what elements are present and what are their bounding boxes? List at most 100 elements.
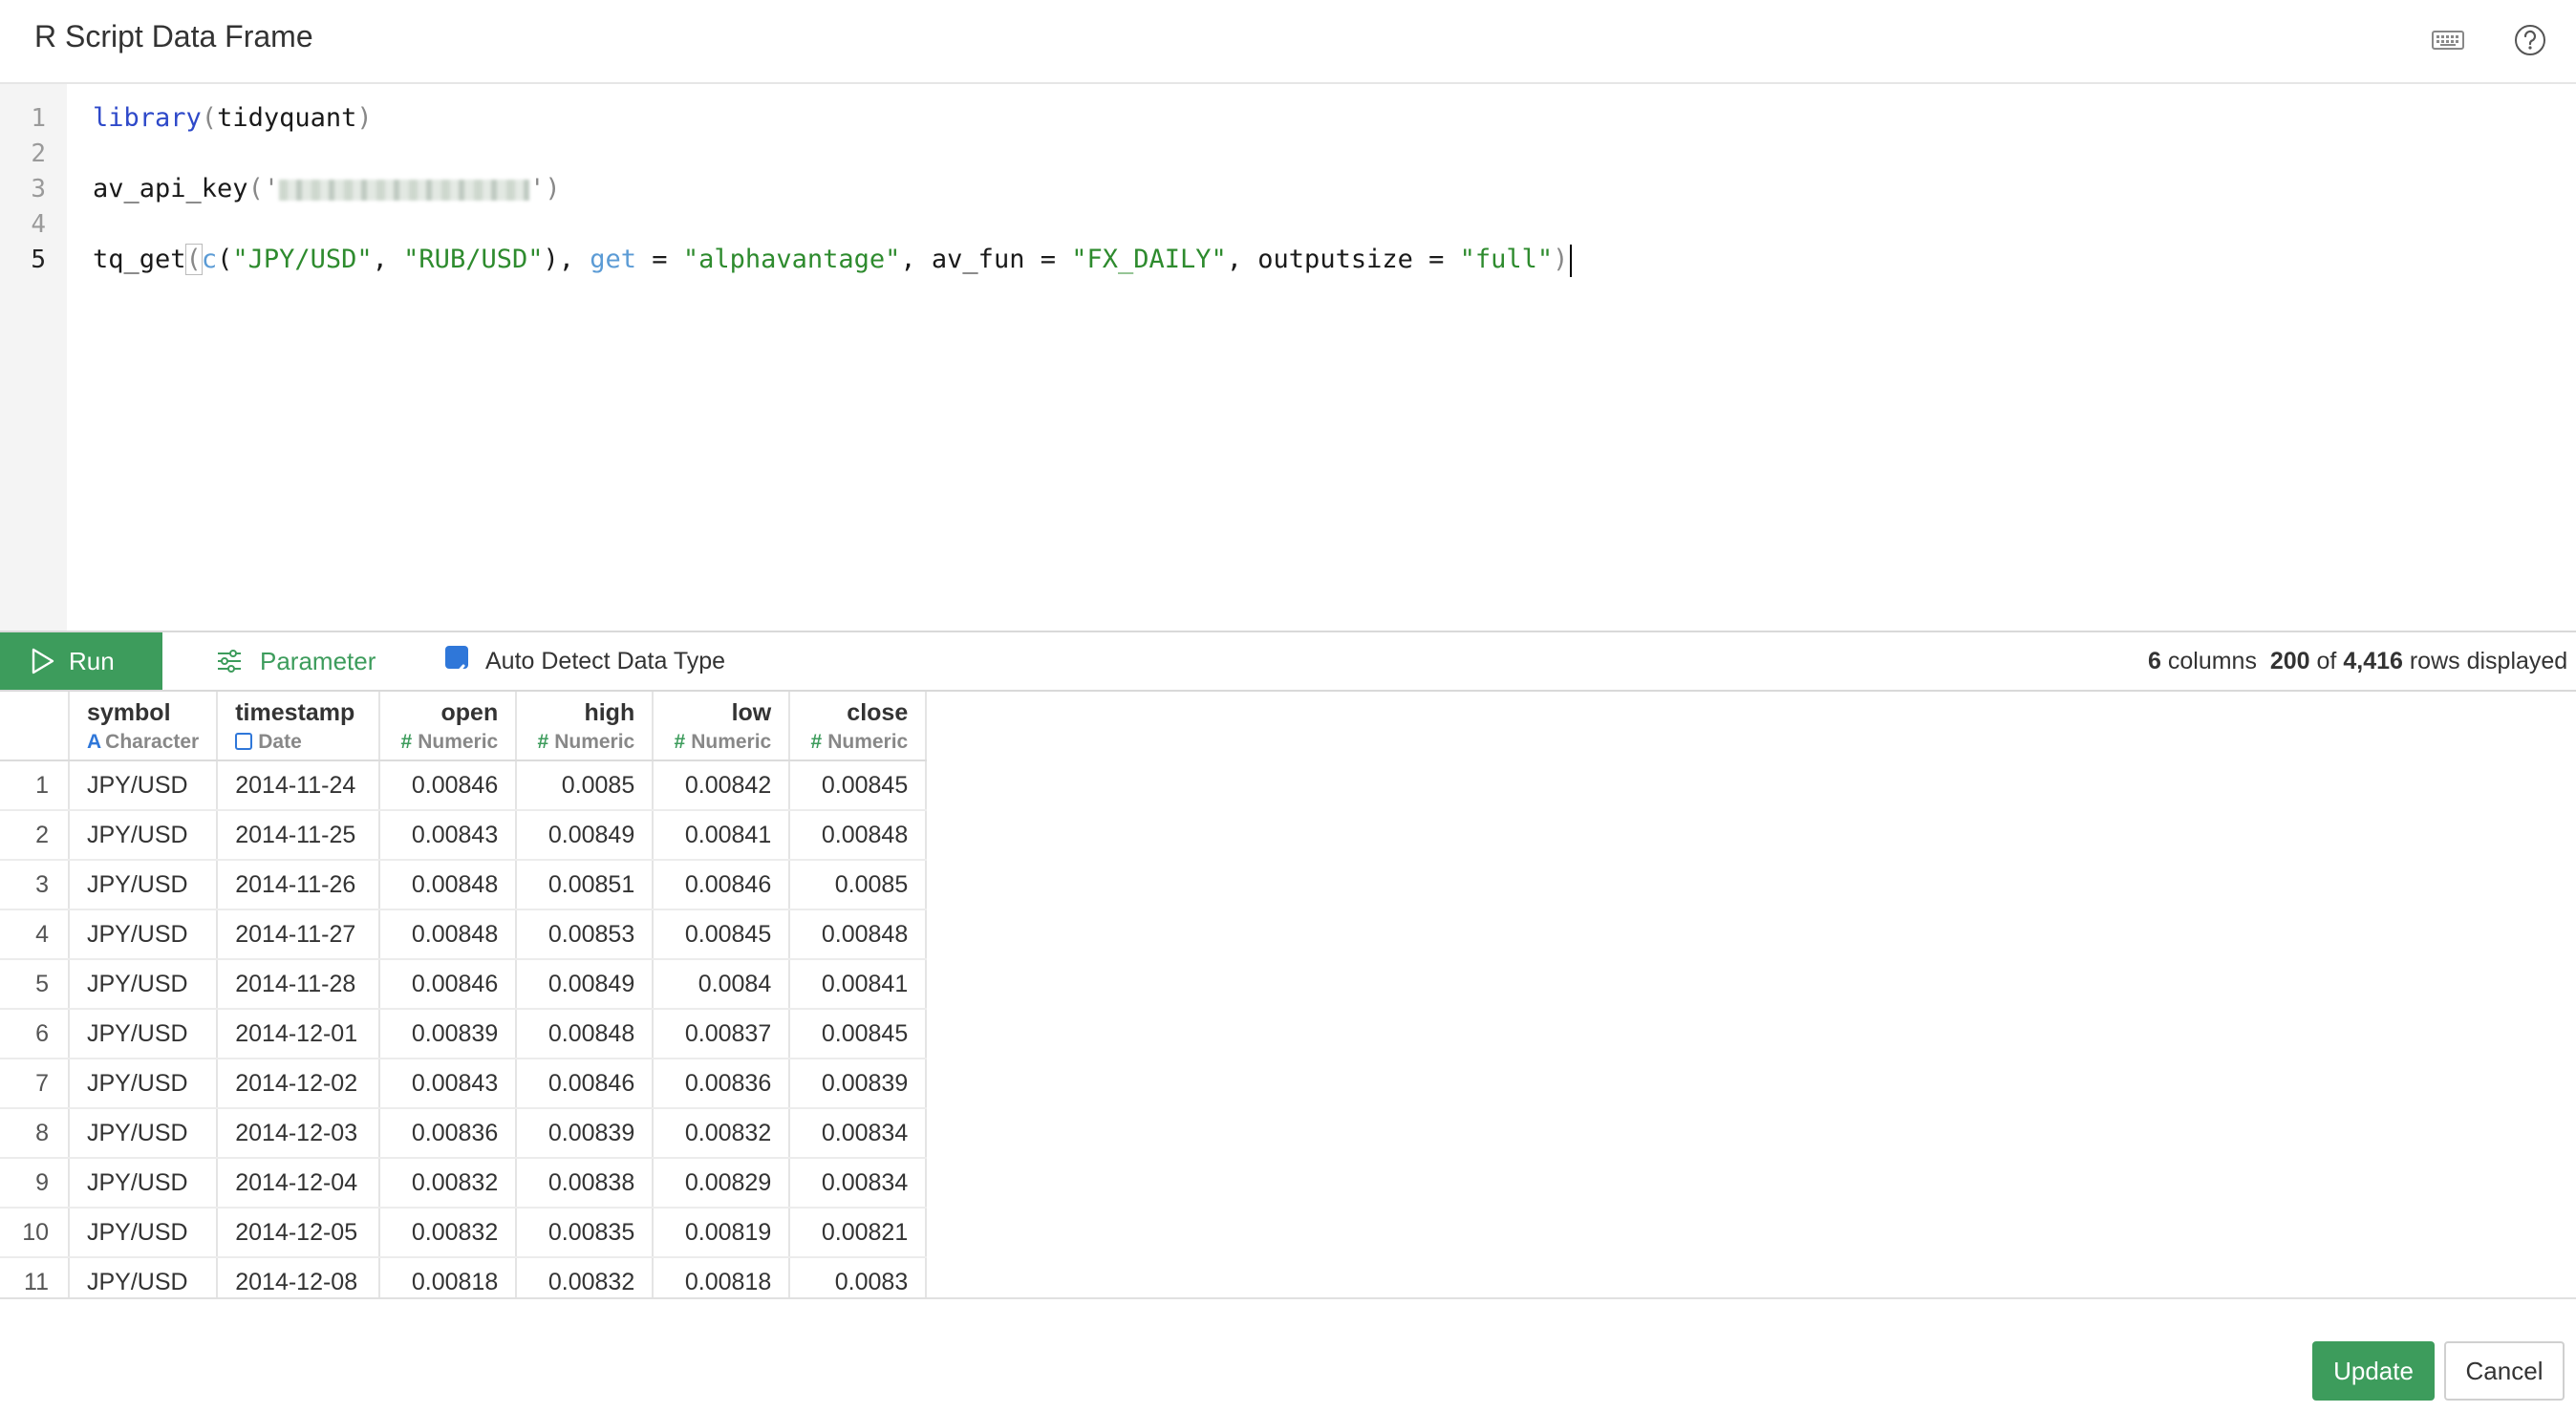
symbol-cell: JPY/USD	[69, 810, 219, 861]
column-header-high[interactable]: high # Numeric	[516, 692, 655, 761]
row-number-cell: 4	[0, 909, 70, 960]
close-cell: 0.0085	[789, 860, 928, 910]
column-header-open[interactable]: open # Numeric	[379, 692, 518, 761]
table-row[interactable]: 2 JPY/USD 2014-11-25 0.00843 0.00849 0.00841 0…	[0, 810, 928, 861]
low-cell: 0.0084	[653, 959, 791, 1010]
row-number-cell: 1	[0, 760, 70, 811]
code-token: c	[201, 245, 218, 274]
numeric-type-icon: #	[810, 731, 823, 753]
table-row[interactable]: 10 JPY/USD 2014-12-05 0.00832 0.00835 0.00819…	[0, 1208, 928, 1258]
high-cell: 0.00832	[516, 1257, 655, 1297]
close-cell: 0.00839	[789, 1059, 928, 1109]
table-row[interactable]: 6 JPY/USD 2014-12-01 0.00839 0.00848 0.00837 0…	[0, 1009, 928, 1059]
open-cell: 0.00832	[379, 1158, 518, 1209]
close-cell: 0.00834	[789, 1158, 928, 1209]
data-preview-table: symbol A Character timestamp Date open # N…	[0, 692, 2576, 1299]
code-token: ,	[372, 245, 404, 274]
row-number-cell: 11	[0, 1257, 70, 1297]
open-cell: 0.00843	[379, 810, 518, 861]
high-cell: 0.00851	[516, 860, 655, 910]
open-cell: 0.00832	[379, 1208, 518, 1258]
low-cell: 0.00845	[653, 909, 791, 960]
table-row[interactable]: 7 JPY/USD 2014-12-02 0.00843 0.00846 0.00836 0…	[0, 1059, 928, 1109]
low-cell: 0.00836	[653, 1059, 791, 1109]
timestamp-cell: 2014-12-08	[217, 1257, 381, 1297]
update-button[interactable]: Update	[2312, 1341, 2435, 1401]
code-line-3[interactable]: av_api_key(' ')	[93, 172, 561, 206]
timestamp-cell: 2014-12-03	[217, 1108, 381, 1159]
table-row[interactable]: 11 JPY/USD 2014-12-08 0.00818 0.00832 0.00818…	[0, 1257, 928, 1297]
table-row[interactable]: 8 JPY/USD 2014-12-03 0.00836 0.00839 0.00832 0…	[0, 1108, 928, 1159]
code-token: =	[636, 245, 683, 274]
symbol-cell: JPY/USD	[69, 1158, 219, 1209]
play-icon	[32, 648, 54, 674]
row-number-cell: 5	[0, 959, 70, 1010]
column-name: open	[440, 699, 499, 726]
columns-label: columns	[2167, 648, 2257, 674]
close-cell: 0.00834	[789, 1108, 928, 1159]
code-token: "RUB/USD"	[403, 245, 544, 274]
code-token: "full"	[1459, 245, 1554, 274]
high-cell: 0.0085	[516, 760, 655, 811]
line-number-gutter: 1 2 3 4 5	[0, 84, 67, 631]
timestamp-cell: 2014-12-04	[217, 1158, 381, 1209]
symbol-cell: JPY/USD	[69, 1208, 219, 1258]
close-cell: 0.00848	[789, 810, 928, 861]
table-row[interactable]: 4 JPY/USD 2014-11-27 0.00848 0.00853 0.00845 0…	[0, 909, 928, 960]
low-cell: 0.00842	[653, 760, 791, 811]
of-label: of	[2316, 648, 2337, 674]
high-cell: 0.00849	[516, 959, 655, 1010]
help-circle-icon[interactable]	[2509, 19, 2551, 61]
high-cell: 0.00839	[516, 1108, 655, 1159]
timestamp-cell: 2014-11-28	[217, 959, 381, 1010]
row-count-summary: 6 columns 200 of 4,416 rows displayed	[2148, 632, 2567, 690]
code-area[interactable]: library(tidyquant) av_api_key(' ') tq_get…	[67, 84, 2576, 631]
run-button[interactable]: Run	[0, 632, 162, 690]
open-cell: 0.00848	[379, 909, 518, 960]
sliders-icon	[218, 650, 241, 673]
cancel-button[interactable]: Cancel	[2444, 1341, 2565, 1401]
keyboard-icon[interactable]	[2427, 19, 2469, 61]
symbol-cell: JPY/USD	[69, 909, 219, 960]
code-token: )	[356, 103, 373, 133]
code-token: ),	[543, 245, 590, 274]
low-cell: 0.00829	[653, 1158, 791, 1209]
symbol-cell: JPY/USD	[69, 1108, 219, 1159]
code-token: "JPY/USD"	[232, 245, 373, 274]
high-cell: 0.00849	[516, 810, 655, 861]
row-number-cell: 2	[0, 810, 70, 861]
code-token: ')	[529, 174, 561, 203]
symbol-cell: JPY/USD	[69, 860, 219, 910]
auto-detect-toggle[interactable]: Auto Detect Data Type	[445, 632, 725, 690]
open-cell: 0.00836	[379, 1108, 518, 1159]
dialog-header: R Script Data Frame	[0, 0, 2576, 84]
low-cell: 0.00819	[653, 1208, 791, 1258]
timestamp-cell: 2014-12-05	[217, 1208, 381, 1258]
parameter-button[interactable]: Parameter	[216, 632, 376, 690]
code-token: library	[93, 103, 202, 133]
code-line-5[interactable]: tq_get(c("JPY/USD", "RUB/USD"), get = "a…	[93, 243, 1573, 277]
column-header-symbol[interactable]: symbol A Character	[69, 692, 219, 761]
code-line-1[interactable]: library(tidyquant)	[93, 101, 373, 136]
code-editor[interactable]: 1 2 3 4 5 library(tidyquant) av_api_key(…	[0, 84, 2576, 631]
timestamp-cell: 2014-12-01	[217, 1009, 381, 1059]
column-name: timestamp	[235, 699, 355, 726]
rows-label: rows displayed	[2409, 648, 2568, 674]
code-token: tq_get	[93, 245, 186, 274]
column-header-low[interactable]: low # Numeric	[653, 692, 791, 761]
timestamp-cell: 2014-11-24	[217, 760, 381, 811]
column-header-timestamp[interactable]: timestamp Date	[217, 692, 381, 761]
table-row[interactable]: 3 JPY/USD 2014-11-26 0.00848 0.00851 0.00846 0…	[0, 860, 928, 910]
redacted-api-key	[279, 179, 530, 201]
column-type: Numeric	[691, 731, 772, 753]
character-type-icon: A	[87, 731, 102, 753]
line-number: 1	[31, 104, 46, 133]
table-row[interactable]: 1 JPY/USD 2014-11-24 0.00846 0.0085 0.00842 0.…	[0, 760, 928, 811]
auto-detect-checkbox[interactable]	[445, 646, 468, 677]
table-row[interactable]: 5 JPY/USD 2014-11-28 0.00846 0.00849 0.0084 0.…	[0, 959, 928, 1010]
open-cell: 0.00846	[379, 760, 518, 811]
column-header-close[interactable]: close # Numeric	[789, 692, 928, 761]
code-token: (	[201, 103, 218, 133]
rows-total: 4,416	[2343, 648, 2403, 674]
table-row[interactable]: 9 JPY/USD 2014-12-04 0.00832 0.00838 0.00829 0…	[0, 1158, 928, 1209]
